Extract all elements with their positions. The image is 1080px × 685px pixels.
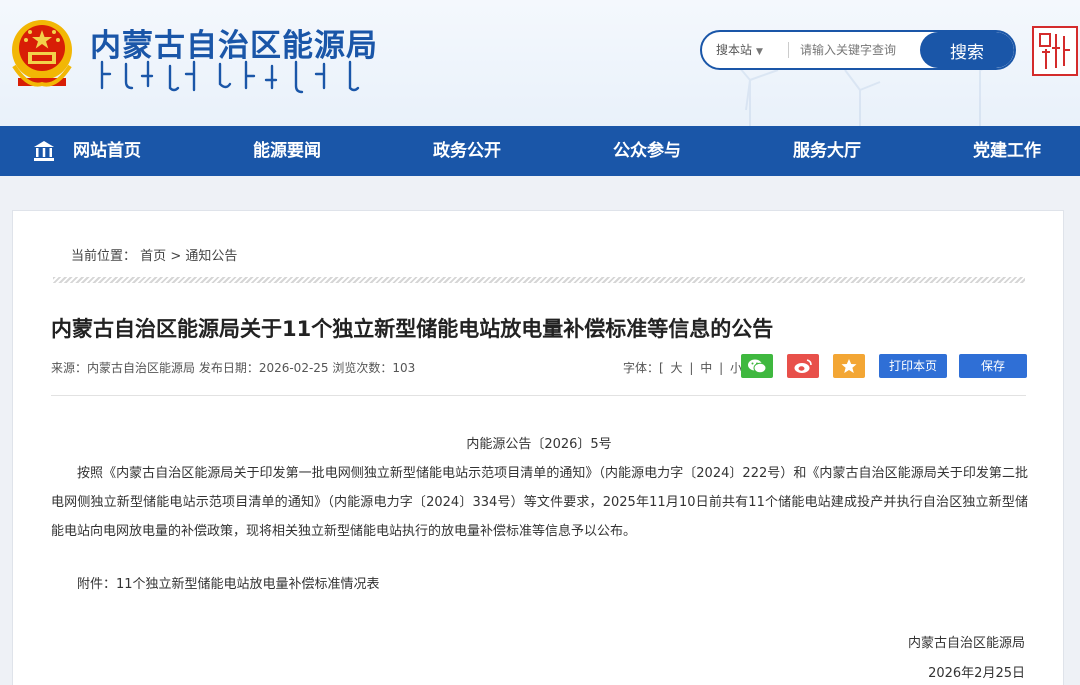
content-card: 当前位置： 首页 > 通知公告 内蒙古自治区能源局关于11个独立新型储能电站放电… — [12, 210, 1064, 685]
nav-item-party-building[interactable]: 党建工作 — [973, 126, 1041, 176]
weibo-icon — [794, 359, 812, 373]
font-size-control: 字体：[ 大 | 中 | 小 ] — [623, 359, 753, 376]
search-scope-dropdown[interactable]: 搜本站 ▼ — [716, 32, 763, 68]
hatch-divider — [53, 277, 1025, 283]
nav-item-service-hall[interactable]: 服务大厅 — [793, 126, 861, 176]
share-favorite-button[interactable] — [833, 354, 865, 378]
issuer-signature: 内蒙古自治区能源局 — [907, 636, 1025, 651]
article-title: 内蒙古自治区能源局关于11个独立新型储能电站放电量补偿标准等信息的公告 — [51, 317, 774, 341]
nav-item-news[interactable]: 能源要闻 — [253, 126, 321, 176]
document-number: 内能源公告〔2026〕5号 — [466, 437, 612, 452]
share-weibo-button[interactable] — [787, 354, 819, 378]
issue-date: 2026年2月25日 — [928, 666, 1025, 681]
search-input[interactable] — [794, 32, 922, 68]
article-meta: 来源：内蒙古自治区能源局 发布日期：2026-02-25 浏览次数：103 — [51, 361, 416, 375]
breadcrumb-prefix: 当前位置： — [71, 249, 137, 264]
nav-item-government-affairs[interactable]: 政务公开 — [433, 126, 501, 176]
national-emblem-icon — [12, 20, 72, 87]
seal-icon — [1039, 33, 1070, 69]
font-size-medium-button[interactable]: 中 — [697, 361, 715, 375]
chevron-down-icon: ▼ — [756, 47, 763, 57]
attachment-link[interactable]: 附件：11个独立新型储能电站放电量补偿标准情况表 — [77, 573, 380, 592]
nav-item-label: 网站首页 — [73, 141, 141, 161]
meta-divider — [51, 395, 1026, 396]
breadcrumb-separator: > — [170, 249, 182, 264]
font-size-large-button[interactable]: 大 — [668, 361, 686, 375]
mongolian-script-logo — [100, 60, 360, 94]
font-size-label: 字体：[ — [623, 361, 664, 375]
print-page-button[interactable]: 打印本页 — [879, 354, 947, 378]
search-divider — [788, 42, 789, 58]
article-body: 按照《内蒙古自治区能源局关于印发第一批电网侧独立新型储能电站示范项目清单的通知》… — [51, 466, 1028, 539]
main-nav: 网站首页 能源要闻 政务公开 公众参与 服务大厅 党建工作 — [0, 126, 1080, 176]
site-header: 内蒙古自治区能源局 搜本站▼ 搜索 — [0, 0, 1080, 126]
search-scope-label: 搜本站 — [716, 43, 753, 57]
search-box: 搜本站▼ 搜索 — [700, 30, 1016, 70]
wechat-icon — [748, 359, 767, 374]
breadcrumb: 当前位置： 首页 > 通知公告 — [71, 245, 237, 264]
seal-logo — [1032, 26, 1078, 76]
breadcrumb-home-link[interactable]: 首页 — [140, 249, 166, 264]
nav-item-public-participation[interactable]: 公众参与 — [613, 126, 681, 176]
share-wechat-button[interactable] — [741, 354, 773, 378]
nav-item-home[interactable]: 网站首页 — [34, 126, 141, 176]
save-button[interactable]: 保存 — [959, 354, 1027, 378]
font-size-separator: | — [689, 361, 694, 375]
search-button[interactable]: 搜索 — [920, 32, 1014, 68]
breadcrumb-current-link[interactable]: 通知公告 — [185, 249, 237, 264]
home-icon — [34, 141, 54, 161]
font-size-separator: | — [719, 361, 724, 375]
star-icon — [841, 359, 857, 373]
